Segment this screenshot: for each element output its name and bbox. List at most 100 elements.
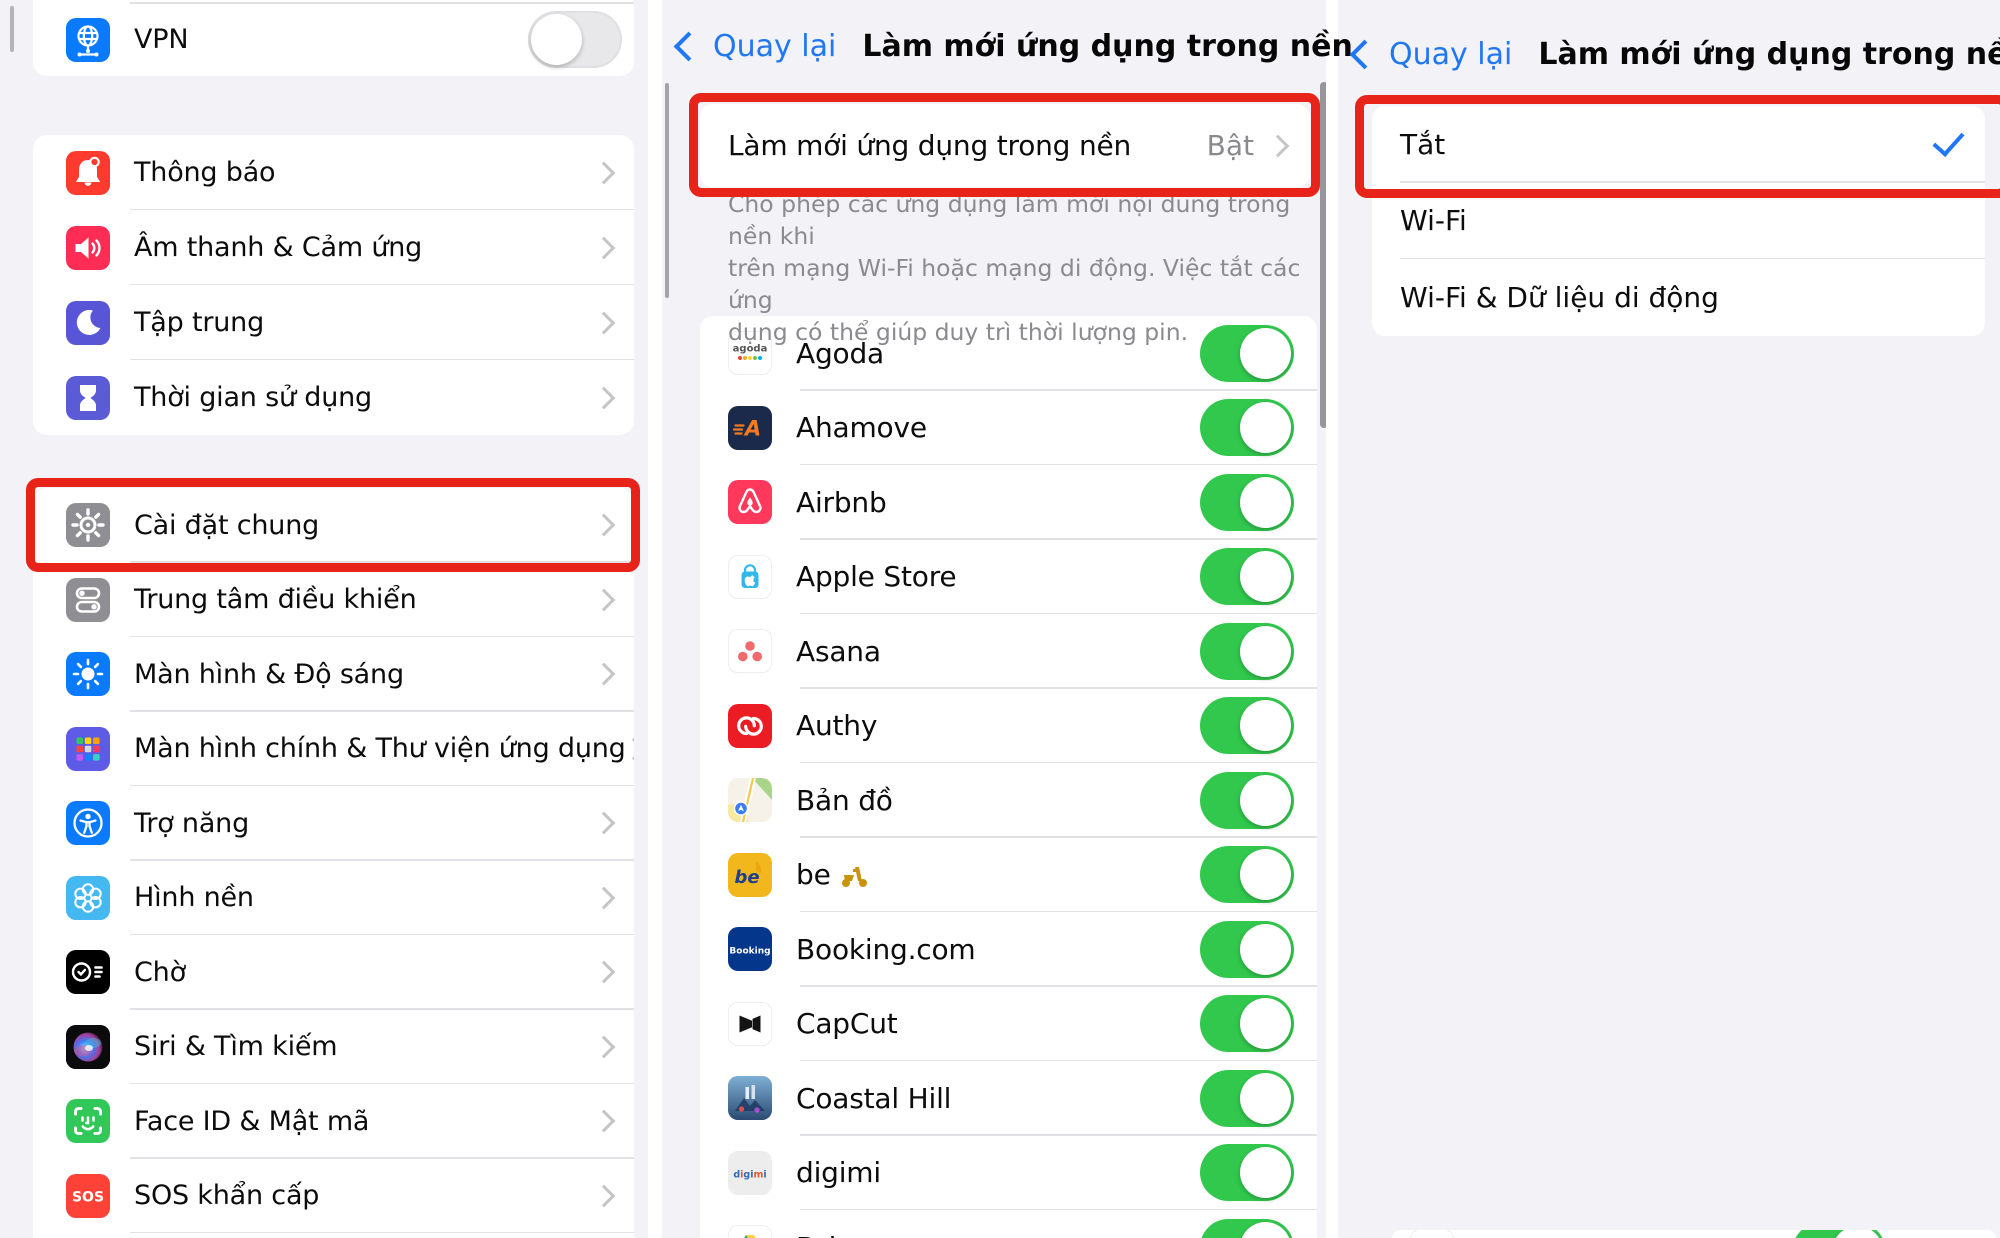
settings-row--m-thanh-c-m-ng[interactable]: Âm thanh & Cảm ứng [33, 210, 634, 285]
app-refresh-toggle[interactable] [1200, 1144, 1294, 1201]
svg-text:digimi: digimi [733, 1169, 766, 1180]
digimi-icon: digimi [728, 1151, 772, 1195]
app-refresh-toggle[interactable] [1200, 474, 1294, 531]
settings-row-label: Face ID & Mật mã [134, 1106, 369, 1137]
booking-icon: Booking [728, 927, 772, 971]
settings-row-t-p-trung[interactable]: Tập trung [33, 285, 634, 360]
settings-row-th-ng-b-o[interactable]: Thông báo [33, 135, 634, 210]
app-row-coastal-hill[interactable]: Coastal Hill [700, 1061, 1317, 1136]
settings-row-sos-kh-n-c-p[interactable]: SOSSOS khẩn cấp [33, 1159, 634, 1234]
siri-icon [66, 1025, 110, 1069]
chevron-right-icon [593, 961, 616, 984]
settings-row-label: Âm thanh & Cảm ứng [134, 232, 422, 263]
description-line: trên mạng Wi-Fi hoặc mạng di động. Việc … [728, 252, 1318, 316]
chevron-right-icon [1267, 134, 1290, 157]
chevron-right-icon [593, 1184, 616, 1207]
app-refresh-toggle[interactable] [1200, 399, 1294, 456]
settings-row-siri-t-m-ki-m[interactable]: Siri & Tìm kiếm [33, 1010, 634, 1085]
refresh-options-panel: Quay lại Làm mới ứng dụng trong nền Tắt W… [1338, 0, 2000, 1238]
app-refresh-toggle[interactable] [1200, 697, 1294, 754]
page-title: Làm mới ứng dụng trong nền [1538, 37, 2000, 72]
app-refresh-toggle[interactable] [1200, 548, 1294, 605]
app-row-asana[interactable]: Asana [700, 614, 1317, 689]
left-scrollbar-fragment[interactable] [10, 6, 14, 52]
app-row-be[interactable]: bebe [700, 838, 1317, 913]
airbnb-icon [728, 480, 772, 524]
page-title: Làm mới ứng dụng trong nền [862, 29, 1353, 64]
accessibility-icon [66, 801, 110, 845]
option-label: Wi-Fi [1400, 204, 1467, 237]
settings-row-vpn[interactable]: VPN [33, 3, 634, 76]
bell-icon [66, 151, 110, 195]
settings-row-face-id-m-t-m-[interactable]: Face ID & Mật mã [33, 1084, 634, 1159]
option-label: Tắt [1400, 128, 1445, 161]
middle-left-scrollbar-fragment[interactable] [665, 83, 669, 298]
be-icon: be [728, 853, 772, 897]
app-row-digimi[interactable]: digimidigimi [700, 1136, 1317, 1211]
settings-row-m-n-h-nh-s-ng[interactable]: Màn hình & Độ sáng [33, 637, 634, 712]
description-line: dụng có thể giúp duy trì thời lượng pin. [728, 316, 1318, 348]
app-row-apple-store[interactable]: Apple Store [700, 540, 1317, 615]
settings-row-tr-n-ng[interactable]: Trợ năng [33, 786, 634, 861]
option-row-wi-fi-d-li-u-di-ng[interactable]: Wi-Fi & Dữ liệu di động [1372, 259, 1985, 336]
settings-row-trung-t-m-i-u-khi-n[interactable]: Trung tâm điều khiển [33, 563, 634, 638]
svg-text:Booking: Booking [729, 947, 770, 957]
settings-row-h-nh-n-n[interactable]: Hình nền [33, 861, 634, 936]
app-row-dri[interactable]: Dri [700, 1210, 1317, 1238]
ios-settings-composite-screenshot: VPN Thông báo Âm thanh & Cảm ứng Tập trung… [0, 0, 2000, 1238]
app-refresh-toggle[interactable] [1200, 995, 1294, 1052]
settings-row-m-n-h-nh-ch-nh-th-vi-n-ng-d-ng[interactable]: Màn hình chính & Thư viện ứng dụng [33, 712, 634, 787]
settings-row-label: Trung tâm điều khiển [134, 584, 417, 615]
setting-label: Làm mới ứng dụng trong nền [728, 129, 1131, 162]
app-refresh-toggle[interactable] [1200, 623, 1294, 680]
chevron-right-icon [593, 588, 616, 611]
checkmark-icon [1932, 124, 1964, 157]
app-row-airbnb[interactable]: Airbnb [700, 465, 1317, 540]
option-row-t-t[interactable]: Tắt [1372, 106, 1985, 183]
app-label: Dri [796, 1231, 836, 1238]
app-row-booking-com[interactable]: BookingBooking.com [700, 912, 1317, 987]
vpn-icon [66, 18, 110, 62]
moon-icon [66, 301, 110, 345]
ahamove-icon: A [728, 406, 772, 450]
app-refresh-toggle[interactable] [1200, 772, 1294, 829]
app-row-partial[interactable]: Dri [1392, 1230, 1996, 1238]
settings-row-background-app-refresh[interactable]: Làm mới ứng dụng trong nền Bật [700, 104, 1310, 187]
app-refresh-toggle[interactable] [1200, 1070, 1294, 1127]
app-row-ahamove[interactable]: A Ahamove [700, 391, 1317, 466]
settings-row-label: Cài đặt chung [134, 510, 319, 541]
vpn-toggle[interactable] [528, 11, 622, 68]
app-refresh-toggle[interactable] [1200, 1219, 1294, 1238]
standby-icon [66, 950, 110, 994]
app-row-b-n-[interactable]: Bản đồ [700, 763, 1317, 838]
panel-seam [1326, 0, 1338, 1238]
app-refresh-toggle[interactable] [1200, 846, 1294, 903]
settings-group-1: Thông báo Âm thanh & Cảm ứng Tập trungThời… [33, 135, 634, 435]
scooter-icon [839, 860, 869, 890]
app-label: Authy [796, 709, 877, 742]
settings-row-c-i-t-chung[interactable]: Cài đặt chung [33, 488, 634, 563]
app-label: Ahamove [796, 411, 927, 444]
chevron-right-icon [593, 812, 616, 835]
app-row-authy[interactable]: Authy [700, 689, 1317, 764]
option-row-wi-fi[interactable]: Wi-Fi [1372, 183, 1985, 260]
back-button[interactable]: Quay lại [1389, 37, 1512, 72]
settings-group-2: Cài đặt chung Trung tâm điều khiển Màn hìn… [33, 488, 634, 1238]
chevron-right-icon [593, 514, 616, 537]
wallpaper-icon [66, 876, 110, 920]
setting-card: Làm mới ứng dụng trong nền Bật [700, 104, 1310, 187]
hourglass-icon [66, 376, 110, 420]
settings-row-ch-[interactable]: Chờ [33, 935, 634, 1010]
asana-icon [728, 629, 772, 673]
settings-row-th-i-gian-s-d-ng[interactable]: Thời gian sử dụng [33, 360, 634, 435]
app-refresh-toggle[interactable] [1200, 921, 1294, 978]
partial-app-card: Dri [1392, 1230, 1996, 1238]
settings-row-label: SOS khẩn cấp [134, 1180, 319, 1211]
back-button[interactable]: Quay lại [713, 29, 836, 64]
chevron-right-icon [593, 236, 616, 259]
chevron-right-icon [593, 311, 616, 334]
control-center-icon [66, 578, 110, 622]
app-row-capcut[interactable]: CapCut [700, 987, 1317, 1062]
app-toggle[interactable] [1792, 1230, 1886, 1238]
divider [130, 1232, 634, 1234]
